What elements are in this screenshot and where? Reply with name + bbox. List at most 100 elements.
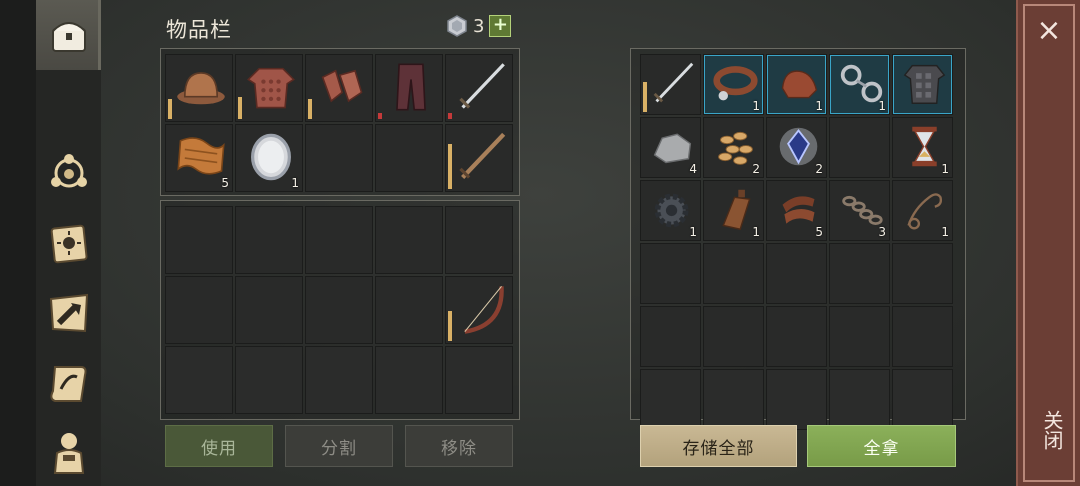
slot-empty[interactable] — [445, 346, 513, 414]
slot-empty[interactable] — [375, 206, 443, 274]
chest-icon[interactable] — [44, 10, 94, 60]
slot-empty[interactable] — [375, 276, 443, 344]
slot-sword[interactable] — [445, 54, 513, 122]
item-quantity: 1 — [689, 225, 697, 239]
slot-bow[interactable] — [445, 276, 513, 344]
slot-empty[interactable] — [703, 306, 764, 367]
slot-bottle[interactable]: 1 — [703, 180, 764, 241]
slot-empty[interactable] — [829, 117, 890, 178]
slot-collar[interactable]: 1 — [703, 54, 764, 115]
item-quantity: 1 — [941, 162, 949, 176]
slot-empty[interactable] — [235, 206, 303, 274]
backpack-grid — [165, 206, 513, 414]
slot-empty[interactable] — [640, 306, 701, 367]
slot-empty[interactable] — [766, 243, 827, 304]
container-grid: 1 1 1 4 2 2 1 1 1 5 3 1 — [640, 54, 953, 430]
mirror-icon — [251, 133, 291, 181]
item-quantity: 5 — [221, 176, 229, 190]
item-quantity: 1 — [815, 99, 823, 113]
slot-empty[interactable] — [165, 276, 233, 344]
slot-empty[interactable] — [829, 306, 890, 367]
slot-leggings[interactable] — [375, 54, 443, 122]
item-quantity: 1 — [752, 99, 760, 113]
slot-empty[interactable] — [445, 206, 513, 274]
store-all-button[interactable]: 存储全部 — [640, 425, 797, 467]
item-quantity: 1 — [752, 225, 760, 239]
gem-count-value: 3 — [473, 15, 485, 37]
remove-button[interactable]: 移除 — [405, 425, 513, 467]
close-icon[interactable]: × — [1032, 14, 1066, 48]
slot-leather[interactable]: 5 — [766, 180, 827, 241]
slot-empty[interactable] — [375, 124, 443, 192]
split-button[interactable]: 分割 — [285, 425, 393, 467]
cloth-icon — [177, 137, 225, 175]
slot-empty[interactable] — [305, 276, 373, 344]
slot-empty[interactable] — [703, 369, 764, 430]
item-quantity: 2 — [752, 162, 760, 176]
slot-chainmail[interactable] — [235, 54, 303, 122]
slot-gloves[interactable] — [305, 54, 373, 122]
add-gems-button[interactable]: + — [489, 15, 512, 37]
scroll-icon[interactable] — [44, 358, 94, 408]
durability-bar — [448, 113, 452, 119]
close-panel[interactable]: × 关闭 — [1016, 0, 1080, 486]
camp-icon[interactable] — [44, 148, 94, 198]
slot-empty[interactable] — [640, 243, 701, 304]
slot-empty[interactable] — [829, 243, 890, 304]
slot-shackles[interactable]: 1 — [829, 54, 890, 115]
slot-wooden-sword[interactable] — [445, 124, 513, 192]
slot-empty[interactable] — [165, 206, 233, 274]
slot-chain[interactable]: 3 — [829, 180, 890, 241]
slot-empty[interactable] — [305, 124, 373, 192]
gem-counter: 3 + — [446, 15, 512, 37]
use-button[interactable]: 使用 — [165, 425, 273, 467]
slot-empty[interactable] — [829, 369, 890, 430]
item-quantity: 1 — [291, 176, 299, 190]
slot-saddle[interactable]: 1 — [766, 54, 827, 115]
journal-icon[interactable] — [44, 218, 94, 268]
slot-empty[interactable] — [165, 346, 233, 414]
character-icon[interactable] — [44, 428, 94, 478]
leggings-icon — [396, 63, 426, 111]
slot-empty[interactable] — [892, 243, 953, 304]
slot-empty[interactable] — [235, 346, 303, 414]
slot-hourglass[interactable]: 1 — [892, 117, 953, 178]
slot-empty[interactable] — [766, 306, 827, 367]
slot-empty[interactable] — [703, 243, 764, 304]
slot-cloth[interactable]: 5 — [165, 124, 233, 192]
sidebar-nav — [36, 0, 101, 486]
gem-icon — [447, 15, 467, 37]
slot-empty[interactable] — [766, 369, 827, 430]
durability-bar — [448, 311, 452, 341]
item-quantity: 5 — [815, 225, 823, 239]
close-label[interactable]: 关闭 — [1038, 410, 1067, 450]
slot-empty[interactable] — [235, 276, 303, 344]
wooden-sword-icon — [459, 132, 506, 180]
slot-seeds[interactable]: 2 — [703, 117, 764, 178]
item-quantity: 3 — [878, 225, 886, 239]
take-all-button[interactable]: 全拿 — [807, 425, 956, 467]
page-title: 物品栏 — [166, 18, 232, 42]
helmet-icon — [177, 72, 225, 105]
gloves-icon — [321, 69, 363, 103]
slot-empty[interactable] — [305, 206, 373, 274]
slot-empty[interactable] — [892, 306, 953, 367]
slot-crystal[interactable]: 2 — [766, 117, 827, 178]
chainmail-icon — [247, 67, 295, 109]
slot-stone[interactable]: 4 — [640, 117, 701, 178]
item-quantity: 4 — [689, 162, 697, 176]
slot-gear[interactable]: 1 — [640, 180, 701, 241]
bow-icon — [464, 285, 504, 334]
equipment-grid: 5 1 — [165, 54, 513, 192]
slot-empty[interactable] — [892, 369, 953, 430]
slot-armor[interactable] — [892, 54, 953, 115]
slot-mirror[interactable]: 1 — [235, 124, 303, 192]
slot-empty[interactable] — [305, 346, 373, 414]
slot-empty[interactable] — [640, 369, 701, 430]
slot-sword[interactable] — [640, 54, 701, 115]
slot-rope[interactable]: 1 — [892, 180, 953, 241]
armor-icon — [903, 64, 946, 104]
craft-map-icon[interactable] — [44, 288, 94, 338]
slot-helmet[interactable] — [165, 54, 233, 122]
slot-empty[interactable] — [375, 346, 443, 414]
